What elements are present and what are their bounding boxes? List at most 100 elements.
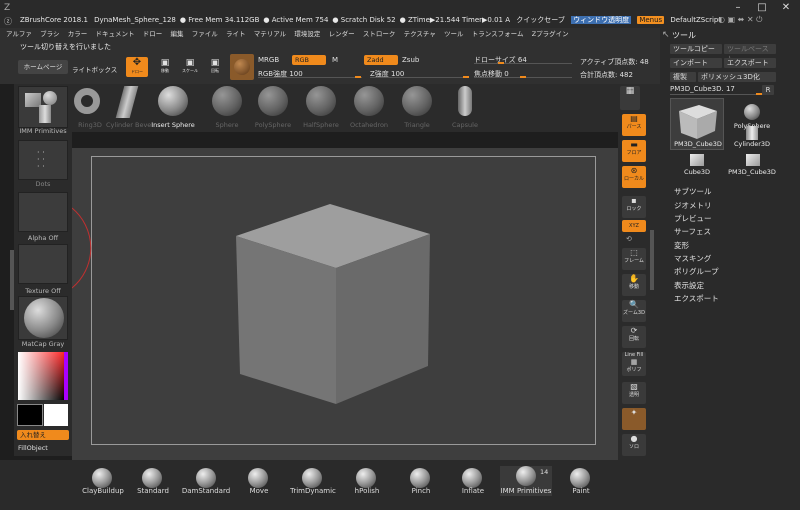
cylinder3d-thumbnail[interactable]: Cylinder3D (726, 124, 778, 152)
transparency-button-right[interactable]: ▧ 透明 (622, 382, 646, 404)
close-icon[interactable]: ✕ (776, 2, 796, 14)
m-button[interactable]: M (332, 56, 338, 64)
floor-button[interactable]: ▬ フロア (622, 140, 646, 162)
alpha-thumbnail[interactable] (18, 192, 68, 232)
zadd-button[interactable]: Zadd (364, 55, 398, 65)
rotate-view-button[interactable]: ⟳ 回転 (622, 326, 646, 348)
shelf-item-cylinder-bevel[interactable]: Cylinder Bevel (106, 84, 153, 132)
surface-menu[interactable]: サーフェス (674, 226, 711, 237)
shelf-item-halfsphere[interactable]: HalfSphere (298, 84, 344, 132)
clone-button[interactable]: 複製 (670, 72, 696, 82)
left-tray-handle[interactable] (10, 250, 14, 310)
geometry-menu[interactable]: ジオメトリ (674, 200, 712, 211)
secondary-color-swatch[interactable] (44, 404, 68, 426)
menu-color[interactable]: カラー (68, 28, 88, 40)
lightbox-button[interactable]: ライトボックス (72, 64, 117, 74)
shelf-item-octahedron[interactable]: Octahedron (346, 84, 392, 132)
brush-trimdynamic[interactable]: TrimDynamic (288, 460, 338, 500)
menu-zplugin[interactable]: Zプラグイン (532, 28, 569, 40)
material-swatch[interactable] (230, 54, 254, 80)
color-picker[interactable] (18, 352, 68, 400)
swap-colors-button[interactable]: 入れ替え (17, 430, 69, 440)
polyframe-button[interactable]: Line Fill ▦ ポリフ (622, 352, 646, 376)
brush-pinch[interactable]: Pinch (398, 460, 444, 500)
deformation-menu[interactable]: 変形 (674, 240, 689, 251)
draw-button[interactable]: ✥ ドロー (126, 57, 148, 77)
menu-transform[interactable]: トランスフォーム (472, 28, 524, 40)
persp-button[interactable]: ▤ パース (622, 114, 646, 136)
export-menu[interactable]: エクスポート (674, 293, 719, 304)
mrgb-button[interactable]: MRGB (258, 56, 279, 64)
menu-file[interactable]: ファイル (192, 28, 218, 40)
primitives-thumbnail[interactable] (18, 86, 68, 128)
solo-button[interactable]: ● ソロ (622, 434, 646, 456)
brush-paint[interactable]: Paint (558, 460, 604, 500)
menu-material[interactable]: マテリアル (254, 28, 286, 40)
shelf-item-capsule[interactable]: Capsule (442, 84, 488, 132)
maximize-icon[interactable]: □ (752, 2, 772, 14)
local-button[interactable]: ⊛ ローカル (622, 166, 646, 188)
r-button[interactable]: R (762, 85, 774, 95)
menu-texture[interactable]: テクスチャ (404, 28, 436, 40)
fill-object-button[interactable]: FillObject (18, 444, 48, 452)
tool-paste-button[interactable]: ツールペースト (724, 44, 776, 63)
primary-color-swatch[interactable] (17, 404, 43, 426)
brush-move[interactable]: Move (236, 460, 282, 500)
polygroups-menu[interactable]: ポリグループ (674, 266, 719, 277)
back-arrow-icon[interactable]: ↖ (662, 30, 670, 40)
menu-edit[interactable]: 編集 (170, 28, 183, 40)
transparency-button[interactable]: ウィンドウ透明度 (571, 16, 632, 24)
xyz-button[interactable]: XYZ (622, 220, 646, 232)
menu-stroke[interactable]: ストローク (363, 28, 396, 40)
dots-thumbnail[interactable]: · · · · · · (18, 140, 68, 180)
menu-light[interactable]: ライト (226, 28, 246, 40)
move-view-button[interactable]: ✋ 移動 (622, 274, 646, 296)
shelf-item-triangle[interactable]: Triangle (394, 84, 440, 132)
window-controls[interactable]: ◐ ▣ ⬌ ✕ ⏻ (718, 15, 762, 25)
viewport[interactable] (72, 148, 618, 460)
brush-standard[interactable]: Standard (128, 460, 178, 500)
export-button[interactable]: エクスポート (724, 58, 776, 68)
shelf-item-sphere[interactable]: Sphere (204, 84, 250, 132)
menu-preferences[interactable]: 環境設定 (294, 28, 320, 40)
import-button[interactable]: インポート (670, 58, 722, 68)
bpr-button[interactable]: ▦ (620, 86, 640, 110)
menu-draw[interactable]: ドロー (143, 28, 163, 40)
frame-button[interactable]: ⬚ フレーム (622, 248, 646, 270)
make-polymesh-button[interactable]: ポリメッシュ3D化 (698, 72, 776, 82)
matcap-thumbnail[interactable] (18, 296, 68, 340)
scale-button[interactable]: ▣ スケール (181, 58, 199, 76)
quicksave-button[interactable]: クイックセーブ (516, 16, 565, 24)
shelf-item-ring[interactable]: Ring3D (70, 84, 110, 132)
zsub-button[interactable]: Zsub (402, 56, 419, 64)
rgb-button[interactable]: RGB (292, 55, 326, 65)
brush-inflate[interactable]: Inflate (450, 460, 496, 500)
subtool-menu[interactable]: サブツール (674, 186, 712, 197)
pm3d-cube-thumbnail[interactable]: PM3D_Cube3D (726, 152, 778, 178)
tool-load-button[interactable]: ツールコピー (670, 44, 722, 54)
zscript-button[interactable]: DefaultZScript (670, 16, 721, 24)
zoom3d-button[interactable]: 🔍 ズーム3D (622, 300, 646, 322)
brush-hpolish[interactable]: hPolish (344, 460, 390, 500)
shelf-item-polysphere[interactable]: PolySphere (250, 84, 296, 132)
menu-tool[interactable]: ツール (444, 28, 464, 40)
dynamic-button[interactable]: ✦ (622, 408, 646, 430)
lock-button[interactable]: ▪ ロック (622, 196, 646, 218)
menus-button[interactable]: Menus (637, 16, 665, 24)
display-properties-menu[interactable]: 表示設定 (674, 280, 704, 291)
shelf-item-insert-sphere[interactable]: Insert Sphere (150, 84, 196, 132)
brush-imm-primitives[interactable]: 14 IMM Primitives (500, 466, 552, 496)
brush-damstandard[interactable]: DamStandard (180, 460, 232, 500)
minimize-icon[interactable]: – (728, 2, 748, 14)
menu-render[interactable]: レンダー (329, 28, 355, 40)
home-page-button[interactable]: ホームページ (18, 60, 68, 74)
brush-claybuildup[interactable]: ClayBuildup (78, 460, 128, 500)
texture-thumbnail[interactable] (18, 244, 68, 284)
menu-alpha[interactable]: アルファ (6, 28, 32, 40)
current-tool-slider[interactable]: PM3D_Cube3D. 17 (670, 85, 735, 93)
cube3d-thumbnail[interactable]: Cube3D (670, 152, 724, 178)
masking-menu[interactable]: マスキング (674, 253, 711, 264)
move-button[interactable]: ▣ 移動 (156, 58, 174, 76)
current-tool-thumbnail[interactable]: PM3D_Cube3D (670, 98, 724, 150)
right-tray-handle[interactable] (650, 230, 654, 290)
